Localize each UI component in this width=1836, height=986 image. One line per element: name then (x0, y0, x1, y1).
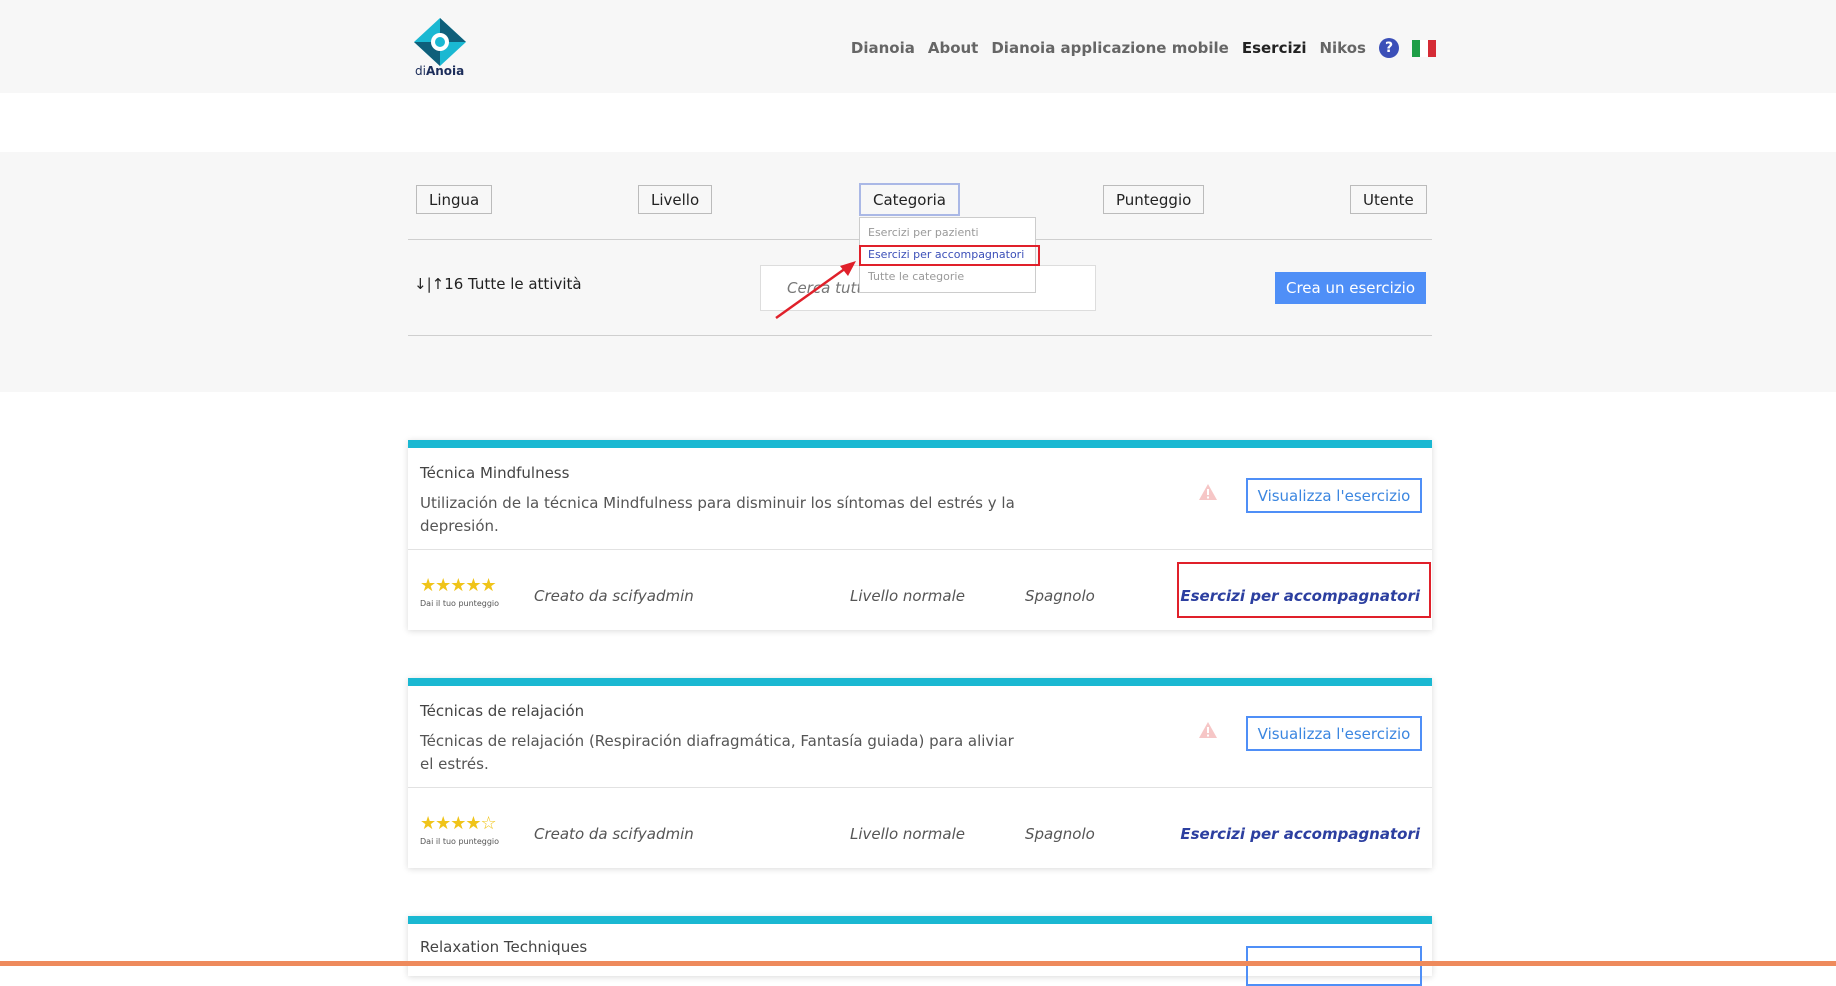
card-creator: Creato da scifyadmin (534, 825, 694, 843)
rate-hint: Dai il tuo punteggio (420, 837, 500, 846)
nav-about[interactable]: About (928, 39, 979, 57)
star-rating[interactable]: ★★★★★ (420, 575, 497, 596)
filter-punteggio-button[interactable]: Punteggio (1103, 185, 1205, 214)
filter-livello-button[interactable]: Livello (638, 185, 713, 214)
annotation-arrow-icon (775, 261, 856, 320)
view-exercise-button[interactable]: Visualizza l'esercizio (1246, 478, 1422, 513)
annotation-highlight-box (859, 245, 1040, 266)
bottom-accent-line (0, 961, 1836, 966)
card-level: Livello normale (850, 825, 965, 843)
card-language: Spagnolo (1025, 825, 1095, 843)
main-nav: Dianoia About Dianoia applicazione mobil… (851, 38, 1436, 58)
annotation-highlight-box (1177, 562, 1431, 618)
view-exercise-button[interactable]: Visualizza l'esercizio (1246, 716, 1422, 751)
card-accent-bar (408, 440, 1432, 448)
exercise-card: Técnicas de relajación Técnicas de relaj… (408, 678, 1432, 868)
filter-lingua-button[interactable]: Lingua (416, 185, 493, 214)
card-description: Técnicas de relajación (Respiración diaf… (420, 732, 1014, 773)
star-rating[interactable]: ★★★★☆ (420, 813, 497, 834)
top-header: diAnoia Dianoia About Dianoia applicazio… (0, 0, 1836, 93)
filter-utente-button[interactable]: Utente (1350, 185, 1427, 214)
italian-flag-icon[interactable] (1412, 39, 1436, 57)
dropdown-option-pazienti[interactable]: Esercizi per pazienti (868, 226, 979, 239)
divider (408, 335, 1432, 336)
card-accent-bar (408, 678, 1432, 686)
card-title: Técnicas de relajación (420, 702, 585, 720)
card-description: Utilización de la técnica Mindfulness pa… (420, 494, 1015, 535)
help-icon[interactable]: ? (1379, 38, 1399, 58)
card-title: Técnica Mindfulness (420, 464, 570, 482)
card-divider (408, 787, 1432, 788)
nav-user-nikos[interactable]: Nikos (1319, 39, 1366, 57)
card-category: Esercizi per accompagnatori (1180, 825, 1420, 843)
dropdown-option-tutte[interactable]: Tutte le categorie (868, 270, 964, 283)
card-level: Livello normale (850, 587, 965, 605)
card-accent-bar (408, 916, 1432, 924)
view-exercise-button[interactable] (1246, 946, 1422, 986)
card-creator: Creato da scifyadmin (534, 587, 694, 605)
warning-icon[interactable] (1198, 721, 1218, 739)
exercise-card: Relaxation Techniques (408, 916, 1432, 986)
sort-toggle[interactable]: ↓|↑16 Tutte le attività (414, 275, 582, 293)
warning-icon[interactable] (1198, 483, 1218, 501)
nav-esercizi[interactable]: Esercizi (1242, 39, 1307, 57)
card-divider (408, 549, 1432, 550)
create-exercise-button[interactable]: Crea un esercizio (1275, 272, 1426, 304)
nav-mobile-app[interactable]: Dianoia applicazione mobile (991, 39, 1228, 57)
card-language: Spagnolo (1025, 587, 1095, 605)
exercise-card: Técnica Mindfulness Utilización de la té… (408, 440, 1432, 630)
logo-text: diAnoia (415, 64, 465, 78)
card-title: Relaxation Techniques (420, 938, 588, 956)
filter-categoria-button[interactable]: Categoria (859, 183, 961, 216)
rate-hint: Dai il tuo punteggio (420, 599, 500, 608)
nav-dianoia[interactable]: Dianoia (851, 39, 915, 57)
